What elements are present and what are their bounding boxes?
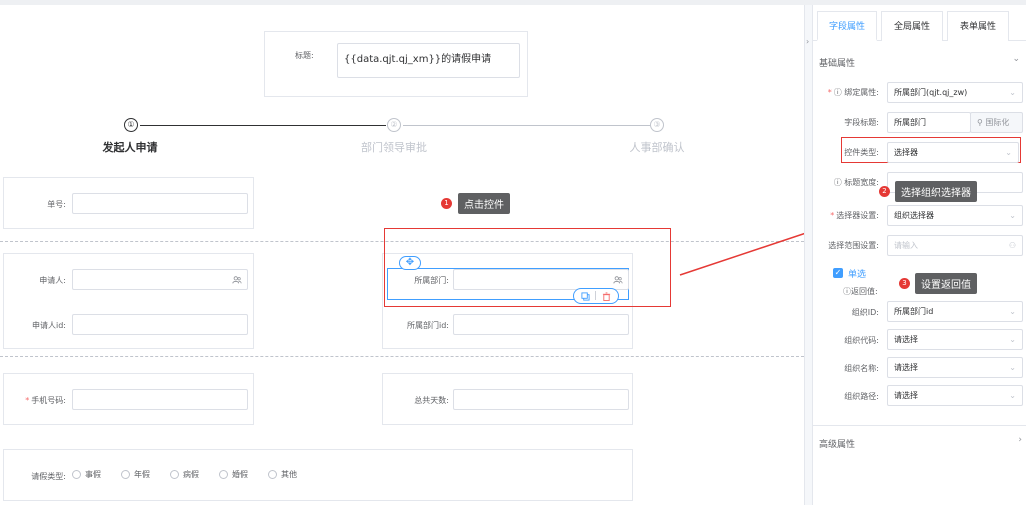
org-path-select[interactable]: 请选择 ⌄	[887, 385, 1023, 406]
label-width-label: ⓘ 标题宽度:	[833, 178, 879, 187]
bind-label: * ⓘ 绑定属性:	[827, 88, 879, 97]
radio-circle[interactable]	[121, 470, 130, 479]
step-1-line	[140, 125, 386, 126]
annotation-1-frame	[384, 228, 671, 307]
leave-option-qita[interactable]: 其他	[268, 469, 297, 480]
total-days-label: 总共天数:	[414, 396, 449, 405]
users-icon[interactable]: ⚇	[1009, 236, 1016, 255]
leave-option-bingjia[interactable]: 病假	[170, 469, 199, 480]
chevron-up-icon[interactable]: ⌄	[1012, 54, 1020, 64]
annotation-3-badge: 3	[899, 278, 910, 289]
leave-option-hunjia[interactable]: 婚假	[219, 469, 248, 480]
return-value-label: ⓘ返回值:	[843, 287, 878, 296]
single-select-checkbox[interactable]: ✓	[833, 268, 843, 278]
radio-circle[interactable]	[72, 470, 81, 479]
org-id-label: 组织ID:	[851, 308, 879, 317]
annotation-3-tip: 设置返回值	[915, 273, 977, 294]
leave-type-radio-group: 事假 年假 病假 婚假 其他	[72, 469, 311, 480]
selector-setting-select[interactable]: 组织选择器 ⌄	[887, 205, 1023, 226]
field-title-input[interactable]: 所属部门	[887, 112, 971, 133]
phone-field-box[interactable]: * 手机号码:	[3, 373, 254, 425]
title-input[interactable]: {{data.qjt.qj_xm}}的请假申请	[337, 43, 520, 78]
selector-setting-label: * 选择器设置:	[830, 211, 879, 220]
collapse-icon[interactable]: ›	[806, 37, 809, 46]
department-id-label: 所属部门id:	[407, 321, 449, 330]
org-id-select[interactable]: 所属部门id ⌄	[887, 301, 1023, 322]
applicant-input[interactable]	[72, 269, 248, 290]
org-code-label: 组织代码:	[844, 336, 879, 345]
bind-select[interactable]: 所属部门(qjt.qj_zw) ⌄	[887, 82, 1023, 103]
leave-option-nianjia[interactable]: 年假	[121, 469, 150, 480]
phone-input[interactable]	[72, 389, 248, 410]
applicant-id-label: 申请人id:	[32, 321, 66, 330]
control-type-select[interactable]: 选择器 ⌄	[887, 142, 1019, 163]
order-no-label: 单号:	[47, 200, 66, 209]
panel-tabs: 字段属性 全局属性 表单属性	[813, 5, 1026, 41]
step-2-line	[403, 125, 650, 126]
applicant-field-box[interactable]: 申请人: 申请人id:	[3, 253, 254, 349]
order-no-field-box[interactable]: 单号:	[3, 177, 254, 229]
order-no-input[interactable]	[72, 193, 248, 214]
properties-panel: 字段属性 全局属性 表单属性 基础属性 ⌄ * ⓘ 绑定属性: 所属部门(qjt.…	[812, 5, 1026, 505]
step-3-title: 人事部确认	[629, 141, 685, 154]
step-1-circle: ①	[124, 118, 138, 132]
tab-field-props[interactable]: 字段属性	[817, 11, 877, 41]
annotation-1-tip: 点击控件	[458, 193, 510, 214]
basic-props-title: 基础属性	[819, 59, 856, 69]
org-path-label: 组织路径:	[844, 392, 879, 401]
tab-form-props[interactable]: 表单属性	[947, 11, 1009, 41]
tab-global-props[interactable]: 全局属性	[881, 11, 943, 41]
step-1-title: 发起人申请	[102, 141, 158, 154]
title-label: 标题:	[295, 51, 314, 60]
title-field-box[interactable]: 标题: {{data.qjt.qj_xm}}的请假申请	[264, 31, 528, 97]
form-canvas: 标题: {{data.qjt.qj_xm}}的请假申请 ① ② ③ 发起人申请 …	[0, 5, 804, 505]
annotation-2-tip: 选择组织选择器	[895, 181, 977, 202]
step-2-circle: ②	[387, 118, 401, 132]
total-days-field-box[interactable]: 总共天数:	[382, 373, 633, 425]
total-days-input[interactable]	[453, 389, 629, 410]
step-2-title: 部门领导审批	[361, 141, 427, 154]
control-type-label: 控件类型:	[844, 148, 879, 157]
org-name-label: 组织名称:	[844, 364, 879, 373]
single-select-label: 单选	[848, 270, 867, 280]
step-3-circle: ③	[650, 118, 664, 132]
radio-circle[interactable]	[268, 470, 277, 479]
applicant-label: 申请人:	[39, 276, 66, 285]
phone-label: * 手机号码:	[25, 396, 66, 405]
field-title-label: 字段标题:	[844, 118, 879, 127]
range-input[interactable]: 请输入 ⚇	[887, 235, 1023, 256]
row-bottom-dashed-border	[0, 356, 804, 357]
annotation-1-badge: 1	[441, 198, 452, 209]
department-id-input[interactable]	[453, 314, 629, 335]
applicant-id-input[interactable]	[72, 314, 248, 335]
user-select-icon[interactable]	[232, 275, 242, 285]
leave-type-field-box[interactable]: 请假类型: 事假 年假 病假 婚假 其他	[3, 449, 633, 501]
org-code-select[interactable]: 请选择 ⌄	[887, 329, 1023, 350]
org-name-select[interactable]: 请选择 ⌄	[887, 357, 1023, 378]
range-label: 选择范围设置:	[828, 241, 879, 250]
leave-type-label: 请假类型:	[31, 472, 66, 481]
panel-splitter[interactable]: ›	[804, 5, 812, 505]
search-icon: ⚲	[977, 118, 983, 127]
i18n-button[interactable]: ⚲ 国际化	[970, 112, 1023, 133]
annotation-2-badge: 2	[879, 186, 890, 197]
chevron-right-icon[interactable]: ›	[1018, 435, 1022, 445]
leave-option-shijia[interactable]: 事假	[72, 469, 101, 480]
advanced-props-title[interactable]: 高级属性	[819, 437, 855, 450]
radio-circle[interactable]	[170, 470, 179, 479]
section-divider	[813, 425, 1026, 426]
radio-circle[interactable]	[219, 470, 228, 479]
